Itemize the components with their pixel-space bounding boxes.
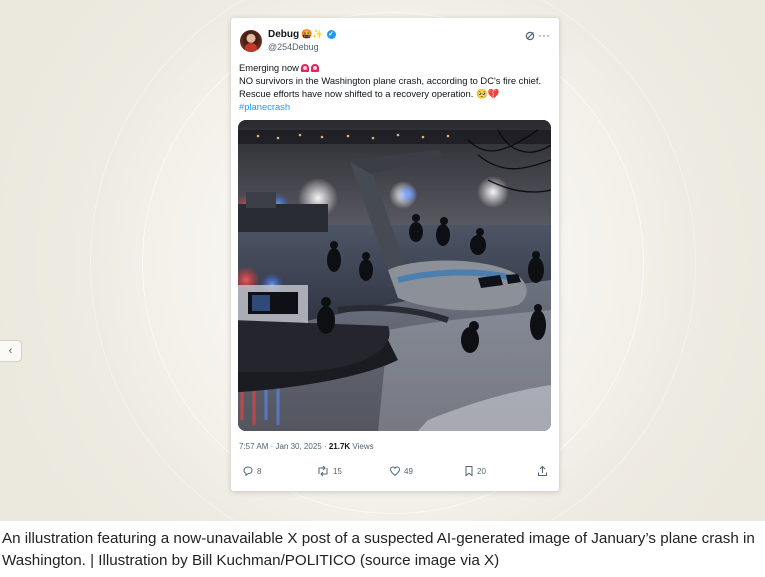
display-name-text: Debug bbox=[268, 29, 300, 40]
post-text-headline: Emerging now bbox=[239, 62, 299, 73]
like-button[interactable]: 49 bbox=[389, 465, 413, 477]
bookmark-button[interactable]: 20 bbox=[464, 465, 486, 477]
reply-count: 8 bbox=[257, 466, 262, 476]
post-text-line-2: NO survivors in the Washington plane cra… bbox=[239, 75, 542, 86]
siren-icon bbox=[300, 64, 309, 72]
reply-icon bbox=[243, 466, 253, 477]
bookmark-count: 20 bbox=[477, 466, 486, 476]
post-text-emoji: 🥺💔 bbox=[475, 88, 500, 99]
repost-count: 15 bbox=[333, 466, 342, 476]
repost-icon bbox=[318, 465, 328, 477]
hashtag-link[interactable]: #planecrash bbox=[239, 100, 554, 113]
verified-badge-icon: ✓ bbox=[326, 30, 336, 39]
post-text: Emerging now NO survivors in the Washing… bbox=[239, 61, 554, 113]
post-time[interactable]: 7:57 AM · Jan 30, 2025 · bbox=[239, 442, 329, 451]
sidebar-toggle-button[interactable]: ‹ bbox=[0, 340, 22, 362]
post-image[interactable] bbox=[238, 120, 551, 431]
avatar[interactable] bbox=[240, 30, 262, 52]
display-name[interactable]: Debug 🤬✨ ✓ bbox=[268, 29, 336, 40]
post-meta: 7:57 AM · Jan 30, 2025 · 21.7K Views bbox=[239, 442, 374, 451]
siren-icon bbox=[310, 64, 319, 72]
view-count: 21.7K bbox=[328, 442, 351, 451]
x-post-card: Debug 🤬✨ ✓ @254Debug ··· Emerging now NO… bbox=[231, 18, 559, 491]
image-caption: An illustration featuring a now-unavaila… bbox=[2, 530, 755, 569]
crash-scene-image bbox=[238, 120, 551, 431]
grok-icon[interactable] bbox=[525, 31, 535, 41]
share-button[interactable] bbox=[537, 465, 548, 477]
more-icon[interactable]: ··· bbox=[538, 28, 550, 42]
user-handle[interactable]: @254Debug bbox=[268, 42, 319, 52]
action-bar: 8 15 49 20 bbox=[231, 463, 559, 483]
view-label: Views bbox=[350, 442, 374, 451]
like-icon bbox=[389, 466, 401, 476]
reply-button[interactable]: 8 bbox=[242, 465, 261, 477]
bookmark-icon bbox=[465, 466, 473, 477]
share-icon bbox=[538, 465, 547, 476]
post-text-line-3: Rescue efforts have now shifted to a rec… bbox=[239, 87, 554, 100]
repost-button[interactable]: 15 bbox=[316, 465, 342, 477]
post-text-body: Rescue efforts have now shifted to a rec… bbox=[239, 88, 474, 99]
post-text-line-1: Emerging now bbox=[239, 61, 554, 74]
like-count: 49 bbox=[404, 466, 413, 476]
name-badges: 🤬✨ bbox=[301, 29, 324, 39]
